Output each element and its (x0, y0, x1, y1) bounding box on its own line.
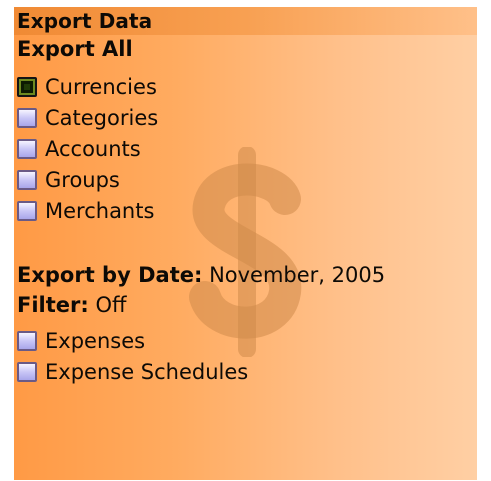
export-by-date-value[interactable]: November, 2005 (209, 263, 385, 287)
categories-label: Categories (45, 106, 159, 130)
filter-label: Filter: (17, 293, 89, 317)
currencies-checkbox[interactable] (17, 77, 37, 97)
screen-title: Export Data (17, 9, 153, 33)
filter-value[interactable]: Off (95, 293, 126, 317)
merchants-label: Merchants (45, 199, 155, 223)
expense-schedules-label: Expense Schedules (45, 360, 249, 384)
groups-checkbox[interactable] (17, 170, 37, 190)
export-by-date-row[interactable]: Export by Date: November, 2005 (17, 260, 385, 290)
title-bar: Export Data (14, 7, 477, 35)
groups-label: Groups (45, 168, 120, 192)
export-data-screen: Export Data Export All Currencies Catego… (14, 7, 477, 480)
categories-checkbox[interactable] (17, 108, 37, 128)
dollar-sign-icon (189, 147, 302, 357)
expense-schedules-checkbox[interactable] (17, 362, 37, 382)
export-by-date-label: Export by Date: (17, 263, 203, 287)
filter-row[interactable]: Filter: Off (17, 290, 126, 320)
export-all-heading[interactable]: Export All (17, 34, 133, 64)
currencies-label: Currencies (45, 75, 157, 99)
merchants-checkbox[interactable] (17, 201, 37, 221)
accounts-label: Accounts (45, 137, 141, 161)
expenses-checkbox[interactable] (17, 331, 37, 351)
accounts-checkbox[interactable] (17, 139, 37, 159)
expenses-label: Expenses (45, 329, 146, 353)
